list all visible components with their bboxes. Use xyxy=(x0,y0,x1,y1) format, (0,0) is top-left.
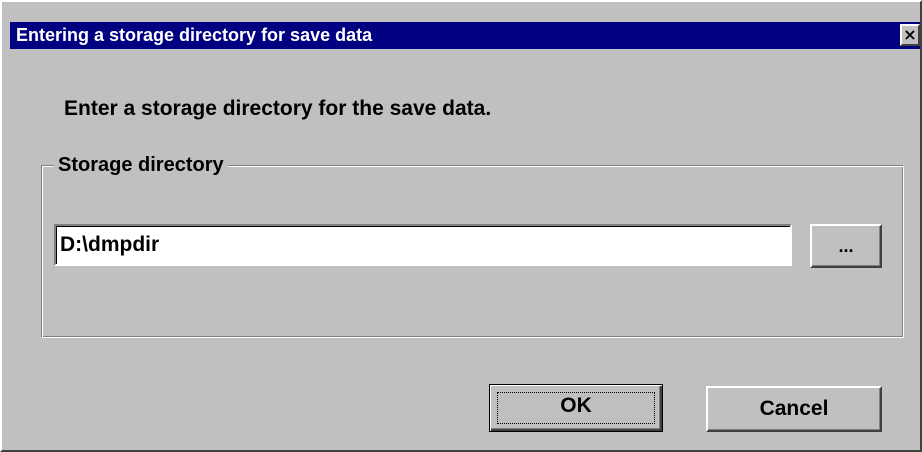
title-bar[interactable]: Entering a storage directory for save da… xyxy=(10,22,920,49)
focus-rectangle xyxy=(497,392,655,424)
cancel-button[interactable]: Cancel xyxy=(706,386,882,432)
storage-directory-dialog: Entering a storage directory for save da… xyxy=(0,0,922,452)
window-title: Entering a storage directory for save da… xyxy=(16,25,373,45)
ok-button[interactable]: OK xyxy=(489,384,663,432)
instruction-text: Enter a storage directory for the save d… xyxy=(64,97,492,120)
browse-button[interactable]: ... xyxy=(810,224,882,268)
close-icon: × xyxy=(903,25,917,44)
storage-directory-input[interactable] xyxy=(54,224,792,266)
close-button[interactable]: × xyxy=(900,24,920,46)
group-label: Storage directory xyxy=(54,153,228,177)
